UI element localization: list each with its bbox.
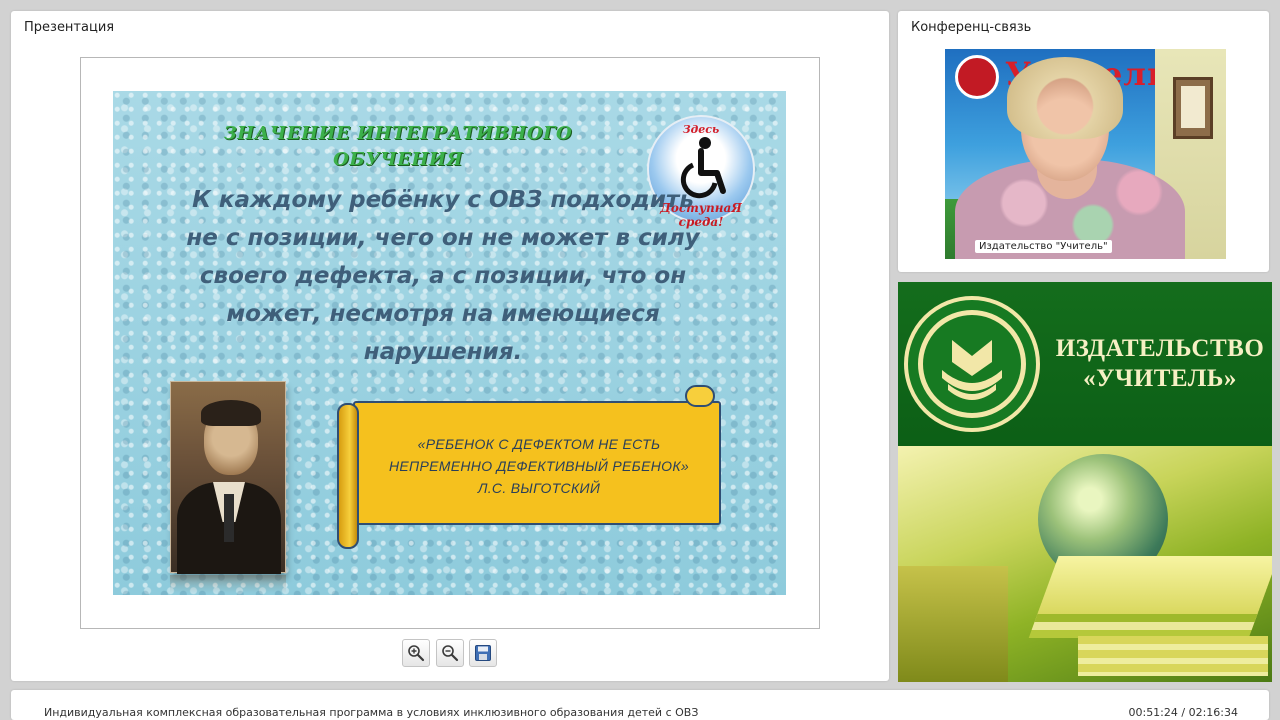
zoom-out-button[interactable] <box>436 639 464 667</box>
scroll-line-3: Л.С. ВЫГОТСКИЙ <box>477 480 601 496</box>
publisher-emblem-icon <box>904 296 1040 432</box>
slide-frame: ЗНАЧЕНИЕ ИНТЕГРАТИВНОГО ОБУЧЕНИЯ Здесь Д… <box>80 57 820 629</box>
playback-time: 00:51:24 / 02:16:34 <box>1128 706 1238 719</box>
footer-bar: Индивидуальная комплексная образовательн… <box>11 690 1269 720</box>
scroll-line-2: НЕПРЕМЕННО ДЕФЕКТИВНЫЙ РЕБЕНОК» <box>389 458 689 474</box>
zoom-out-icon <box>442 645 459 662</box>
portrait-photo <box>170 381 286 574</box>
scroll-quote: «РЕБЕНОК С ДЕФЕКТОМ НЕ ЕСТЬ НЕПРЕМЕННО Д… <box>355 433 723 499</box>
publisher-banner: ИЗДАТЕЛЬСТВО «УЧИТЕЛЬ» <box>898 282 1272 682</box>
save-button[interactable] <box>469 639 497 667</box>
scroll-line-1: «РЕБЕНОК С ДЕФЕКТОМ НЕ ЕСТЬ <box>417 436 661 452</box>
conference-panel-title: Конференц-связь <box>911 20 1032 35</box>
slide-heading: ЗНАЧЕНИЕ ИНТЕГРАТИВНОГО ОБУЧЕНИЯ <box>223 123 573 170</box>
publisher-name-line2: «УЧИТЕЛЬ» <box>1083 365 1237 392</box>
conference-panel: Конференц-связь Учитель Издательство "Уч… <box>898 11 1269 272</box>
books-globe-image <box>898 446 1272 682</box>
slide: ЗНАЧЕНИЕ ИНТЕГРАТИВНОГО ОБУЧЕНИЯ Здесь Д… <box>113 91 786 595</box>
slide-quote: К каждому ребёнку с ОВЗ подходить не с п… <box>186 187 700 365</box>
course-title: Индивидуальная комплексная образовательн… <box>44 706 699 719</box>
speaker-label: Издательство "Учитель" <box>975 240 1112 253</box>
zoom-in-icon <box>408 645 425 662</box>
presentation-panel: Презентация ЗНАЧЕНИЕ ИНТЕГРАТИВНОГО ОБУЧ… <box>11 11 889 681</box>
publisher-name: ИЗДАТЕЛЬСТВО «УЧИТЕЛЬ» <box>1048 334 1272 394</box>
zoom-in-button[interactable] <box>402 639 430 667</box>
presentation-panel-title: Презентация <box>24 20 115 35</box>
publisher-name-line1: ИЗДАТЕЛЬСТВО <box>1055 335 1265 362</box>
video-feed[interactable]: Учитель <box>945 49 1226 259</box>
save-icon <box>475 645 491 661</box>
quote-scroll: «РЕБЕНОК С ДЕФЕКТОМ НЕ ЕСТЬ НЕПРЕМЕННО Д… <box>335 385 727 551</box>
portrait-reflection <box>170 575 286 593</box>
publisher-logo-icon <box>955 55 999 99</box>
